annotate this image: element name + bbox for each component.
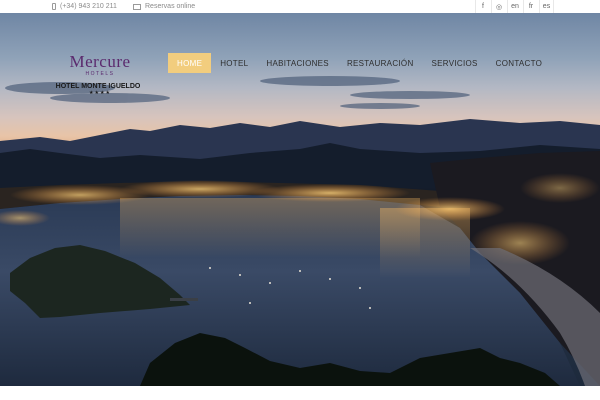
lang-fr-link[interactable]: fr [523,0,538,13]
nav-habitaciones[interactable]: HABITACIONES [257,53,338,73]
hero-banner: Mercure HOTELS HOTEL MONTE IGUELDO ★★★★ … [0,13,600,386]
brand-name: Mercure [69,52,131,71]
reservations-label: Reservas online [145,3,196,10]
social-language-bar: f ◎ en fr es [474,0,554,13]
main-nav: HOME HOTEL HABITACIONES RESTAURACIÓN SER… [168,53,551,73]
reservations-link[interactable]: Reservas online [133,0,195,13]
pier [170,298,198,301]
phone-number: (+34) 943 210 211 [60,3,117,10]
nav-restauracion[interactable]: RESTAURACIÓN [338,53,423,73]
hotel-logo[interactable]: Mercure HOTELS HOTEL MONTE IGUELDO ★★★★ [50,53,150,96]
lang-es-link[interactable]: es [539,0,554,13]
facebook-icon[interactable]: f [475,0,490,13]
nav-hotel[interactable]: HOTEL [211,53,257,73]
bottom-strip [0,386,600,400]
phone-contact[interactable]: (+34) 943 210 211 [52,0,117,13]
hotel-name: HOTEL MONTE IGUELDO [55,83,141,90]
instagram-icon[interactable]: ◎ [491,0,506,13]
top-utility-bar: (+34) 943 210 211 Reservas online f ◎ en… [0,0,600,13]
nav-contacto[interactable]: CONTACTO [487,53,552,73]
star-rating: ★★★★ [89,90,111,96]
monitor-icon [133,3,141,10]
lang-en-link[interactable]: en [507,0,522,13]
nav-home[interactable]: HOME [168,53,212,73]
brand-sub: HOTELS [85,71,115,77]
nav-servicios[interactable]: SERVICIOS [423,53,487,73]
phone-icon [52,3,56,10]
